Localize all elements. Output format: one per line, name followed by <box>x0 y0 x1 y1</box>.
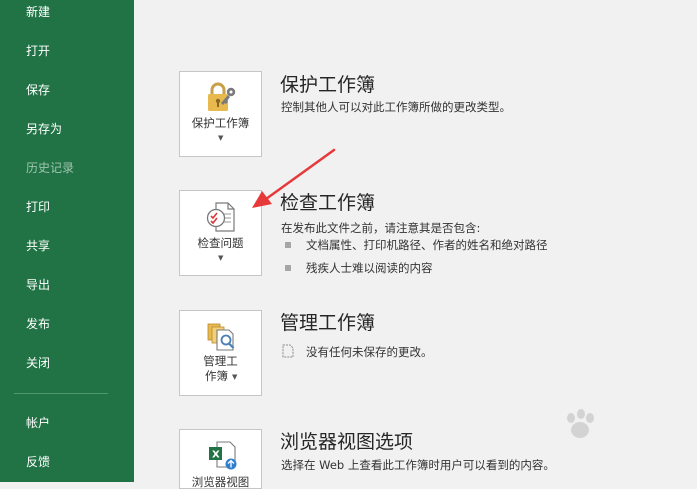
svg-text:X: X <box>212 450 220 461</box>
nav-new[interactable]: 新建 <box>26 4 50 20</box>
browser-view-title: 浏览器视图选项 <box>280 431 414 453</box>
nav-feedback[interactable]: 反馈 <box>26 454 50 470</box>
nav-history: 历史记录 <box>26 161 75 175</box>
inspect-bullet-2: 残疾人士难以阅读的内容 <box>306 261 433 275</box>
nav-print[interactable]: 打印 <box>26 199 50 215</box>
inspect-document-icon <box>206 202 235 232</box>
document-icon <box>282 344 294 358</box>
red-arrow-annotation <box>252 148 336 208</box>
inspect-bullet-1: 文档属性、打印机路径、作者的姓名和绝对路径 <box>306 238 548 252</box>
chevron-down-icon: ▼ <box>232 373 238 381</box>
nav-save-as[interactable]: 另存为 <box>26 121 62 137</box>
protect-workbook-label: 保护工作簿 <box>191 116 250 130</box>
browser-view-description: 选择在 Web 上查看此工作簿时用户可以看到的内容。 <box>281 458 555 472</box>
sidebar-divider <box>14 393 108 394</box>
nav-save[interactable]: 保存 <box>26 82 50 98</box>
nav-account[interactable]: 帐户 <box>26 415 50 431</box>
lock-key-icon <box>208 82 236 111</box>
excel-web-icon: X <box>209 441 237 470</box>
backstage-sidebar: 新建 打开 保存 另存为 历史记录 打印 共享 导出 发布 关闭 帐户 反馈 <box>0 0 134 482</box>
manage-workbook-description: 没有任何未保存的更改。 <box>306 345 433 359</box>
browser-view-options-button[interactable]: X 浏览器视图 <box>179 429 262 489</box>
nav-close[interactable]: 关闭 <box>26 355 50 371</box>
nav-export[interactable]: 导出 <box>26 277 50 293</box>
manage-workbook-icon <box>207 323 235 351</box>
baidu-watermark-logo <box>527 408 657 452</box>
nav-open[interactable]: 打开 <box>26 43 50 59</box>
bullet-icon <box>285 265 291 271</box>
manage-workbook-button[interactable]: 管理工 作簿 ▼ <box>179 310 262 396</box>
inspect-workbook-description: 在发布此文件之前，请注意其是否包含: <box>281 221 481 235</box>
bullet-icon <box>285 242 291 248</box>
watermark-icon <box>567 409 594 438</box>
manage-workbook-label-line2: 作簿 <box>205 369 228 383</box>
nav-share[interactable]: 共享 <box>26 238 50 254</box>
protect-workbook-button[interactable]: 保护工作簿 ▼ <box>179 71 262 157</box>
manage-workbook-title: 管理工作簿 <box>280 312 376 334</box>
chevron-down-icon: ▼ <box>218 134 224 142</box>
protect-workbook-description: 控制其他人可以对此工作簿所做的更改类型。 <box>281 100 511 114</box>
protect-workbook-title: 保护工作簿 <box>280 74 376 96</box>
check-for-issues-label: 检查问题 <box>197 236 244 250</box>
browser-view-options-label: 浏览器视图 <box>191 475 250 489</box>
manage-workbook-label-line1: 管理工 <box>203 354 238 368</box>
chevron-down-icon: ▼ <box>218 254 224 262</box>
nav-publish[interactable]: 发布 <box>26 316 50 332</box>
